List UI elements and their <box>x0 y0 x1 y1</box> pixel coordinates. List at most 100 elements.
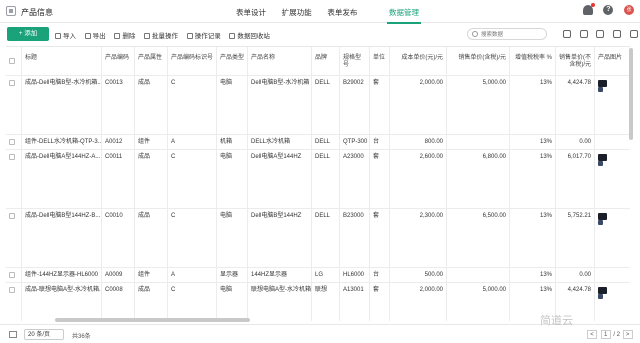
cell-vat: 13% <box>510 209 556 267</box>
product-thumbnail[interactable] <box>598 294 603 299</box>
batch-button[interactable]: 批量操作 <box>144 30 178 40</box>
row-checkbox[interactable] <box>6 283 22 321</box>
vertical-scrollbar[interactable] <box>629 48 633 140</box>
cell-vat: 13% <box>510 76 556 134</box>
tab-form-publish[interactable]: 表单发布 <box>327 7 357 18</box>
page-number[interactable]: 1 <box>600 330 611 339</box>
cell-unit: 套 <box>370 150 390 208</box>
cell-cost: 2,000.00 <box>390 283 447 321</box>
cell-code: C0010 <box>102 209 135 267</box>
recycle-bin-button[interactable]: 数据回收站 <box>229 30 270 40</box>
total-count: 共36条 <box>72 334 91 340</box>
table-row[interactable]: 成品-Dell电脑B型-水冷机箱... C0013 成品 C 电脑 Dell电脑B型-水冷… <box>6 76 630 135</box>
search-input[interactable] <box>481 30 541 39</box>
filter-icon[interactable] <box>563 30 571 38</box>
back-icon[interactable] <box>6 6 16 16</box>
cell-title: 成品-Dell电脑B型-水冷机箱... <box>22 76 102 134</box>
batch-icon <box>144 33 151 39</box>
product-image-cell <box>595 135 630 149</box>
next-page-button[interactable]: > <box>622 330 633 339</box>
product-image-cell <box>595 150 630 208</box>
row-checkbox[interactable] <box>6 135 22 149</box>
cell-flag: C <box>168 209 217 267</box>
avatar[interactable]: 张 <box>624 5 634 15</box>
cell-cost: 2,000.00 <box>390 76 447 134</box>
cell-price_notax: 0.00 <box>556 268 595 282</box>
tab-data-management[interactable]: 数据管理 <box>387 7 422 24</box>
cell-title: 组件-DELL水冷机箱-QTP-3... <box>22 135 102 149</box>
tab-form-design[interactable]: 表单设计 <box>236 7 266 18</box>
table-header: 标题 产品编码 产品属性 产品编码标识号 产品类型 产品名称 品牌 规格型号 单位 成本单价(元)… <box>6 47 630 76</box>
cell-model: A13001 <box>340 283 370 321</box>
help-icon[interactable]: ? <box>603 5 614 15</box>
delete-button[interactable]: 删除 <box>114 30 135 40</box>
cell-type: 电脑 <box>217 150 248 208</box>
cell-flag: C <box>168 76 217 134</box>
top-right-icons: ? 张 <box>574 3 634 15</box>
row-checkbox[interactable] <box>6 209 22 267</box>
table-row[interactable]: 组件-DELL水冷机箱-QTP-3... A0012 组件 A 机箱 DELL水冷机箱 DE… <box>6 135 630 150</box>
cell-name: 联想电脑A型-水冷机箱 <box>248 283 312 321</box>
product-thumbnail[interactable] <box>598 287 607 294</box>
product-thumbnail[interactable] <box>598 161 603 166</box>
app-title: 产品信息 <box>21 8 53 17</box>
import-button[interactable]: 导入 <box>55 30 76 40</box>
cell-vat: 13% <box>510 135 556 149</box>
column-header: 销售单价(不含税)/元 <box>556 47 595 75</box>
product-thumbnail[interactable] <box>598 220 603 225</box>
cell-attr: 成品 <box>135 283 168 321</box>
table-row[interactable]: 成品-联想电脑A型-水冷机箱... C0008 成品 C 电脑 联想电脑A型-水冷机箱 联想… <box>6 283 630 321</box>
cell-model: QTP-300 <box>340 135 370 149</box>
column-header: 增值税税率 % <box>510 47 556 75</box>
product-image-cell <box>595 268 630 282</box>
row-checkbox[interactable] <box>6 76 22 134</box>
table-row[interactable]: 组件-144HZ显示器-HL6000 A0009 组件 A 显示器 144HZ显示器 LG H… <box>6 268 630 283</box>
fullscreen-icon[interactable] <box>629 30 638 38</box>
product-thumbnail[interactable] <box>598 213 607 220</box>
cell-unit: 套 <box>370 283 390 321</box>
column-settings-icon[interactable] <box>9 331 17 338</box>
cell-price_notax: 0.00 <box>556 135 595 149</box>
cell-unit: 台 <box>370 135 390 149</box>
cell-unit: 台 <box>370 268 390 282</box>
table-row[interactable]: 成品-Dell电脑A型144HZ-A... C0011 成品 C 电脑 Dell电脑A型1… <box>6 150 630 209</box>
cell-cost: 500.00 <box>390 268 447 282</box>
grid-view-icon[interactable] <box>596 30 605 38</box>
pagination: < 1 / 2 > <box>586 330 634 339</box>
search-box[interactable] <box>467 28 547 40</box>
history-icon <box>186 33 193 39</box>
cell-code: C0008 <box>102 283 135 321</box>
cell-type: 机箱 <box>217 135 248 149</box>
bell-icon[interactable] <box>582 3 595 15</box>
cell-brand: 联想 <box>312 283 340 321</box>
column-header: 单位 <box>370 47 390 75</box>
export-button[interactable]: 导出 <box>84 30 106 40</box>
horizontal-scrollbar[interactable] <box>55 318 250 322</box>
view-tools <box>556 30 638 38</box>
cell-cost: 800.00 <box>390 135 447 149</box>
product-thumbnail[interactable] <box>598 154 607 161</box>
top-nav: 表单设计 扩展功能 表单发布 数据管理 <box>236 7 433 24</box>
row-checkbox[interactable] <box>6 150 22 208</box>
refresh-icon[interactable] <box>613 30 622 38</box>
cell-brand: DELL <box>312 209 340 267</box>
cell-attr: 组件 <box>135 268 168 282</box>
row-checkbox[interactable] <box>6 268 22 282</box>
select-all-checkbox[interactable] <box>6 47 22 75</box>
history-button[interactable]: 操作记录 <box>186 30 221 40</box>
product-thumbnail[interactable] <box>598 80 607 87</box>
tab-extensions[interactable]: 扩展功能 <box>282 7 312 18</box>
prev-page-button[interactable]: < <box>587 330 597 339</box>
cell-code: A0012 <box>102 135 135 149</box>
cell-brand: DELL <box>312 150 340 208</box>
cell-brand: DELL <box>312 76 340 134</box>
product-thumbnail[interactable] <box>598 87 603 92</box>
image-view-icon[interactable] <box>579 30 588 38</box>
cell-name: DELL水冷机箱 <box>248 135 312 149</box>
cell-type: 电脑 <box>217 209 248 267</box>
cell-vat: 13% <box>510 150 556 208</box>
toolbar: + 添加 导入 导出 删除 批量操作 操作记录 数据回收站 <box>0 27 640 43</box>
add-button[interactable]: + 添加 <box>7 27 49 41</box>
page-size-select[interactable]: 20 条/页 <box>24 329 64 340</box>
table-row[interactable]: 成品-Dell电脑B型144HZ-B... C0010 成品 C 电脑 Dell电脑B型1… <box>6 209 630 268</box>
